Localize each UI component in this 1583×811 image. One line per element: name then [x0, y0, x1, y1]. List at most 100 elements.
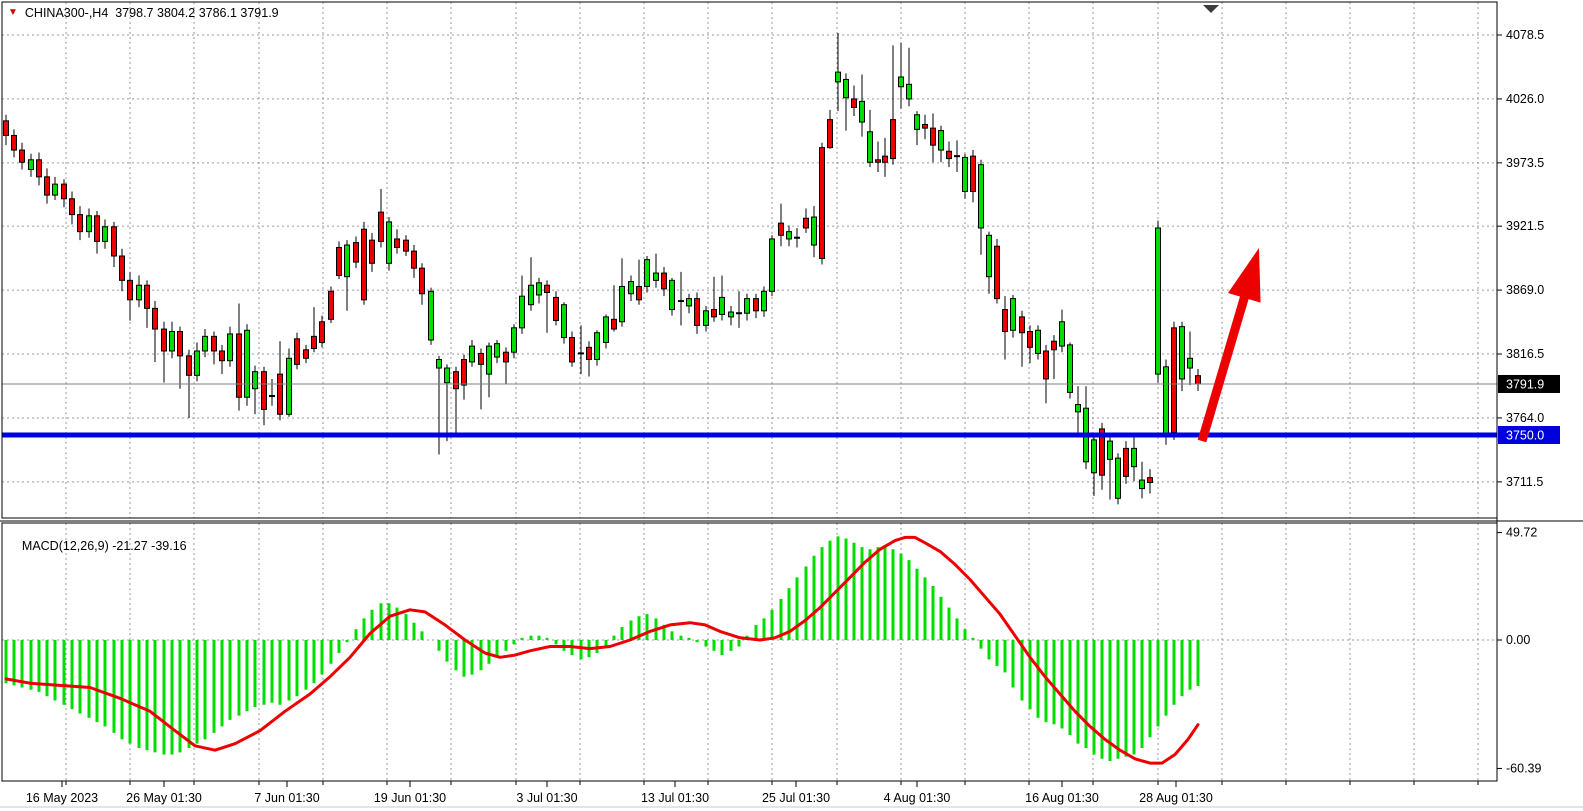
candle-body [479, 353, 484, 364]
time-axis-label: 16 May 2023 [26, 791, 98, 805]
candle-body [253, 372, 258, 389]
candle-body [995, 246, 1000, 298]
candle-body [1044, 351, 1049, 379]
candle-body [370, 240, 375, 263]
candle-body [128, 280, 133, 299]
candle-body [745, 299, 750, 314]
trend-arrow-head[interactable] [1228, 248, 1261, 303]
price-axis-label: 3973.5 [1506, 156, 1544, 170]
candle-body [354, 243, 359, 262]
time-axis-label: 3 Jul 01:30 [516, 791, 577, 805]
candle-body [868, 132, 873, 162]
time-axis-label: 7 Jun 01:30 [254, 791, 319, 805]
candle-body [1011, 299, 1016, 331]
candle-body [62, 184, 67, 199]
candle-body [387, 222, 392, 263]
candle-body [12, 135, 17, 150]
candle-body [836, 72, 841, 82]
candle-body [712, 310, 717, 317]
candle-body [662, 273, 667, 289]
candle-body [754, 299, 759, 311]
candle-body [537, 283, 542, 295]
candle-body [262, 372, 267, 410]
time-axis-label: 16 Aug 01:30 [1025, 791, 1099, 805]
candle-body [53, 184, 58, 195]
price-chart-svg: 4078.54026.03973.53921.53869.03816.53764… [0, 0, 1583, 811]
candle-body [812, 217, 817, 245]
candle-body [704, 311, 709, 326]
candle-body [587, 347, 592, 359]
candle-body [304, 350, 309, 359]
macd-axis-label: 0.00 [1506, 633, 1530, 647]
price-axis-label: 3869.0 [1506, 283, 1544, 297]
price-axis-label: 3764.0 [1506, 411, 1544, 425]
time-axis-label: 25 Jul 01:30 [762, 791, 830, 805]
candle-body [487, 346, 492, 374]
time-axis-label: 13 Jul 01:30 [641, 791, 709, 805]
macd-axis-label: 49.72 [1506, 526, 1537, 540]
candle-body [604, 317, 609, 343]
candle-body [987, 235, 992, 276]
candle-body [520, 296, 525, 328]
candle-body [629, 282, 634, 294]
candle-body [379, 212, 384, 241]
candle-body [329, 291, 334, 319]
candle-body [412, 251, 417, 268]
symbol-dropdown-icon[interactable]: ▼ [8, 7, 18, 19]
candle-body [153, 308, 158, 329]
trading-chart-window: 4078.54026.03973.53921.53869.03816.53764… [0, 0, 1583, 811]
candle-body [312, 336, 317, 348]
price-axis-label: 4078.5 [1506, 28, 1544, 42]
time-axis-label: 26 May 01:30 [126, 791, 202, 805]
candle-body [278, 374, 283, 414]
candle-body [891, 120, 896, 159]
candle-body [145, 285, 150, 308]
candle-body [595, 333, 600, 360]
price-axis-label: 4026.0 [1506, 92, 1544, 106]
current-price-badge: 3791.9 [1506, 377, 1544, 391]
candle-body [695, 299, 700, 326]
symbol-timeframe-label: CHINA300-,H4 [25, 6, 108, 20]
candle-body [220, 351, 225, 361]
candle-body [923, 124, 928, 128]
candle-body [237, 334, 242, 397]
candle-body [404, 240, 409, 251]
candle-body [29, 160, 34, 170]
macd-axis-label: -60.39 [1506, 761, 1541, 775]
candle-body [828, 120, 833, 148]
candle-body [228, 334, 233, 361]
time-axis-label: 19 Jun 01:30 [374, 791, 446, 805]
candle-body [120, 256, 125, 280]
candle-body [1003, 310, 1008, 332]
candle-body [203, 336, 208, 351]
macd-signal-line [6, 537, 1198, 763]
candle-body [687, 299, 692, 306]
candle-body [512, 328, 517, 352]
candle-body [852, 99, 857, 108]
candle-body [529, 285, 534, 304]
candle-body [820, 148, 825, 259]
candle-body [1092, 440, 1097, 473]
candle-body [1140, 480, 1145, 489]
trend-arrow-shaft[interactable] [1202, 292, 1246, 441]
candle-body [70, 199, 75, 215]
candle-body [1076, 405, 1081, 412]
time-axis-label: 4 Aug 01:30 [884, 791, 951, 805]
candle-body [395, 239, 400, 248]
candle-body [770, 239, 775, 291]
candle-body [95, 216, 100, 242]
candle-body [860, 101, 865, 122]
candle-body [245, 330, 250, 397]
candle-body [78, 215, 83, 232]
candle-body [1068, 345, 1073, 392]
candle-body [295, 339, 300, 365]
candle-body [1188, 358, 1193, 368]
candle-body [1108, 441, 1113, 459]
candle-body [645, 260, 650, 287]
candle-body [195, 351, 200, 375]
candle-body [915, 115, 920, 130]
candle-body [1124, 448, 1129, 476]
candle-body [212, 336, 217, 351]
candle-body [779, 223, 784, 235]
chart-end-marker-icon [1203, 5, 1219, 13]
